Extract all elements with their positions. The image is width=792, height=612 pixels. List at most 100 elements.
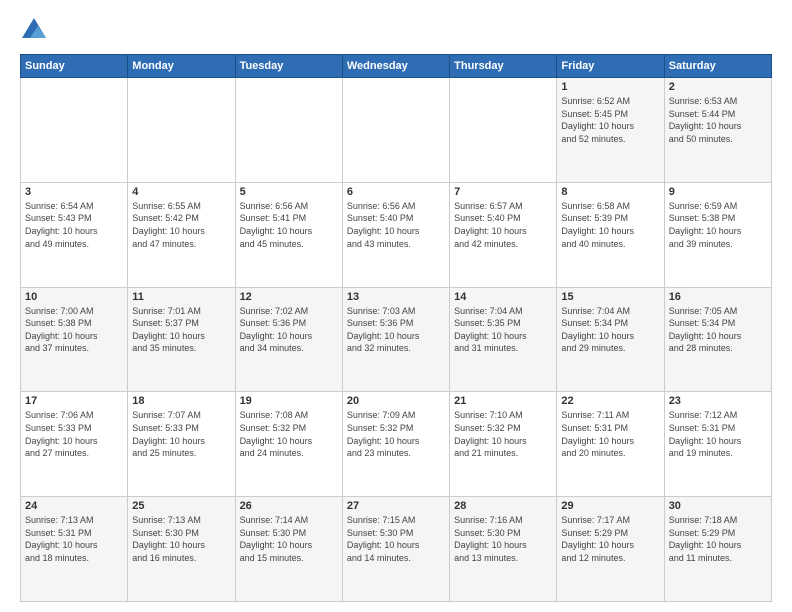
calendar-day-cell xyxy=(342,78,449,183)
weekday-header: Monday xyxy=(128,55,235,78)
day-number: 30 xyxy=(669,500,767,512)
calendar-day-cell: 4 Sunrise: 6:55 AM Sunset: 5:42 PM Daylig… xyxy=(128,182,235,287)
day-number: 14 xyxy=(454,291,552,303)
day-info: Sunrise: 7:14 AM Sunset: 5:30 PM Dayligh… xyxy=(240,514,338,564)
day-info: Sunrise: 7:11 AM Sunset: 5:31 PM Dayligh… xyxy=(561,409,659,459)
day-info: Sunrise: 6:56 AM Sunset: 5:40 PM Dayligh… xyxy=(347,200,445,250)
day-info: Sunrise: 7:04 AM Sunset: 5:34 PM Dayligh… xyxy=(561,305,659,355)
calendar-day-cell: 10 Sunrise: 7:00 AM Sunset: 5:38 PM Dayli… xyxy=(21,287,128,392)
day-number: 5 xyxy=(240,186,338,198)
day-info: Sunrise: 7:13 AM Sunset: 5:30 PM Dayligh… xyxy=(132,514,230,564)
day-info: Sunrise: 7:15 AM Sunset: 5:30 PM Dayligh… xyxy=(347,514,445,564)
calendar-day-cell: 16 Sunrise: 7:05 AM Sunset: 5:34 PM Dayli… xyxy=(664,287,771,392)
day-number: 25 xyxy=(132,500,230,512)
calendar-day-cell: 26 Sunrise: 7:14 AM Sunset: 5:30 PM Dayli… xyxy=(235,497,342,602)
day-number: 8 xyxy=(561,186,659,198)
day-number: 26 xyxy=(240,500,338,512)
calendar-day-cell: 20 Sunrise: 7:09 AM Sunset: 5:32 PM Dayli… xyxy=(342,392,449,497)
day-number: 18 xyxy=(132,395,230,407)
day-number: 16 xyxy=(669,291,767,303)
calendar-day-cell: 15 Sunrise: 7:04 AM Sunset: 5:34 PM Dayli… xyxy=(557,287,664,392)
day-number: 1 xyxy=(561,81,659,93)
calendar-day-cell: 6 Sunrise: 6:56 AM Sunset: 5:40 PM Daylig… xyxy=(342,182,449,287)
day-info: Sunrise: 6:59 AM Sunset: 5:38 PM Dayligh… xyxy=(669,200,767,250)
day-info: Sunrise: 7:10 AM Sunset: 5:32 PM Dayligh… xyxy=(454,409,552,459)
day-info: Sunrise: 7:06 AM Sunset: 5:33 PM Dayligh… xyxy=(25,409,123,459)
day-number: 2 xyxy=(669,81,767,93)
day-info: Sunrise: 7:05 AM Sunset: 5:34 PM Dayligh… xyxy=(669,305,767,355)
calendar-day-cell: 29Sunrise: 7:17 AM Sunset: 5:29 PM Dayli… xyxy=(557,497,664,602)
calendar-day-cell: 18 Sunrise: 7:07 AM Sunset: 5:33 PM Dayli… xyxy=(128,392,235,497)
calendar-day-cell: 13Sunrise: 7:03 AM Sunset: 5:36 PM Dayli… xyxy=(342,287,449,392)
day-info: Sunrise: 7:09 AM Sunset: 5:32 PM Dayligh… xyxy=(347,409,445,459)
calendar-week-row: 10 Sunrise: 7:00 AM Sunset: 5:38 PM Dayli… xyxy=(21,287,772,392)
day-number: 24 xyxy=(25,500,123,512)
calendar-week-row: 1 Sunrise: 6:52 AM Sunset: 5:45 PM Daylig… xyxy=(21,78,772,183)
day-number: 17 xyxy=(25,395,123,407)
day-info: Sunrise: 7:02 AM Sunset: 5:36 PM Dayligh… xyxy=(240,305,338,355)
day-info: Sunrise: 7:04 AM Sunset: 5:35 PM Dayligh… xyxy=(454,305,552,355)
day-info: Sunrise: 7:17 AM Sunset: 5:29 PM Dayligh… xyxy=(561,514,659,564)
calendar-day-cell: 19 Sunrise: 7:08 AM Sunset: 5:32 PM Dayli… xyxy=(235,392,342,497)
calendar-day-cell: 9 Sunrise: 6:59 AM Sunset: 5:38 PM Daylig… xyxy=(664,182,771,287)
day-info: Sunrise: 6:58 AM Sunset: 5:39 PM Dayligh… xyxy=(561,200,659,250)
day-info: Sunrise: 6:55 AM Sunset: 5:42 PM Dayligh… xyxy=(132,200,230,250)
day-number: 20 xyxy=(347,395,445,407)
day-info: Sunrise: 7:00 AM Sunset: 5:38 PM Dayligh… xyxy=(25,305,123,355)
day-number: 9 xyxy=(669,186,767,198)
day-info: Sunrise: 7:16 AM Sunset: 5:30 PM Dayligh… xyxy=(454,514,552,564)
calendar-day-cell: 1 Sunrise: 6:52 AM Sunset: 5:45 PM Daylig… xyxy=(557,78,664,183)
calendar-day-cell: 27 Sunrise: 7:15 AM Sunset: 5:30 PM Dayli… xyxy=(342,497,449,602)
calendar-day-cell: 25 Sunrise: 7:13 AM Sunset: 5:30 PM Dayli… xyxy=(128,497,235,602)
day-info: Sunrise: 6:56 AM Sunset: 5:41 PM Dayligh… xyxy=(240,200,338,250)
day-number: 15 xyxy=(561,291,659,303)
calendar-week-row: 17 Sunrise: 7:06 AM Sunset: 5:33 PM Dayli… xyxy=(21,392,772,497)
day-number: 3 xyxy=(25,186,123,198)
day-info: Sunrise: 7:18 AM Sunset: 5:29 PM Dayligh… xyxy=(669,514,767,564)
calendar-day-cell: 7 Sunrise: 6:57 AM Sunset: 5:40 PM Daylig… xyxy=(450,182,557,287)
calendar-body: 1 Sunrise: 6:52 AM Sunset: 5:45 PM Daylig… xyxy=(21,78,772,602)
calendar-day-cell: 3 Sunrise: 6:54 AM Sunset: 5:43 PM Daylig… xyxy=(21,182,128,287)
day-number: 6 xyxy=(347,186,445,198)
calendar-day-cell: 17 Sunrise: 7:06 AM Sunset: 5:33 PM Dayli… xyxy=(21,392,128,497)
day-info: Sunrise: 6:52 AM Sunset: 5:45 PM Dayligh… xyxy=(561,95,659,145)
calendar-day-cell: 2Sunrise: 6:53 AM Sunset: 5:44 PM Daylig… xyxy=(664,78,771,183)
calendar-page: SundayMondayTuesdayWednesdayThursdayFrid… xyxy=(0,0,792,612)
day-number: 13 xyxy=(347,291,445,303)
calendar-day-cell: 12 Sunrise: 7:02 AM Sunset: 5:36 PM Dayli… xyxy=(235,287,342,392)
day-number: 28 xyxy=(454,500,552,512)
day-info: Sunrise: 7:07 AM Sunset: 5:33 PM Dayligh… xyxy=(132,409,230,459)
calendar-day-cell: 28 Sunrise: 7:16 AM Sunset: 5:30 PM Dayli… xyxy=(450,497,557,602)
day-info: Sunrise: 7:01 AM Sunset: 5:37 PM Dayligh… xyxy=(132,305,230,355)
calendar-week-row: 24Sunrise: 7:13 AM Sunset: 5:31 PM Dayli… xyxy=(21,497,772,602)
day-number: 22 xyxy=(561,395,659,407)
logo xyxy=(20,16,52,44)
day-number: 7 xyxy=(454,186,552,198)
day-number: 23 xyxy=(669,395,767,407)
logo-icon xyxy=(20,16,48,44)
day-number: 21 xyxy=(454,395,552,407)
day-number: 27 xyxy=(347,500,445,512)
day-number: 4 xyxy=(132,186,230,198)
calendar-day-cell: 24Sunrise: 7:13 AM Sunset: 5:31 PM Dayli… xyxy=(21,497,128,602)
weekday-header: Sunday xyxy=(21,55,128,78)
day-number: 12 xyxy=(240,291,338,303)
calendar-day-cell: 11 Sunrise: 7:01 AM Sunset: 5:37 PM Dayli… xyxy=(128,287,235,392)
weekday-header: Friday xyxy=(557,55,664,78)
day-info: Sunrise: 6:57 AM Sunset: 5:40 PM Dayligh… xyxy=(454,200,552,250)
day-number: 19 xyxy=(240,395,338,407)
day-info: Sunrise: 7:12 AM Sunset: 5:31 PM Dayligh… xyxy=(669,409,767,459)
calendar-day-cell: 14 Sunrise: 7:04 AM Sunset: 5:35 PM Dayli… xyxy=(450,287,557,392)
day-number: 11 xyxy=(132,291,230,303)
calendar-day-cell xyxy=(21,78,128,183)
calendar-header: SundayMondayTuesdayWednesdayThursdayFrid… xyxy=(21,55,772,78)
calendar-day-cell xyxy=(235,78,342,183)
day-info: Sunrise: 7:08 AM Sunset: 5:32 PM Dayligh… xyxy=(240,409,338,459)
calendar-day-cell xyxy=(450,78,557,183)
weekday-header: Saturday xyxy=(664,55,771,78)
calendar-day-cell xyxy=(128,78,235,183)
day-number: 10 xyxy=(25,291,123,303)
calendar-day-cell: 21 Sunrise: 7:10 AM Sunset: 5:32 PM Dayli… xyxy=(450,392,557,497)
calendar-week-row: 3 Sunrise: 6:54 AM Sunset: 5:43 PM Daylig… xyxy=(21,182,772,287)
day-info: Sunrise: 6:54 AM Sunset: 5:43 PM Dayligh… xyxy=(25,200,123,250)
